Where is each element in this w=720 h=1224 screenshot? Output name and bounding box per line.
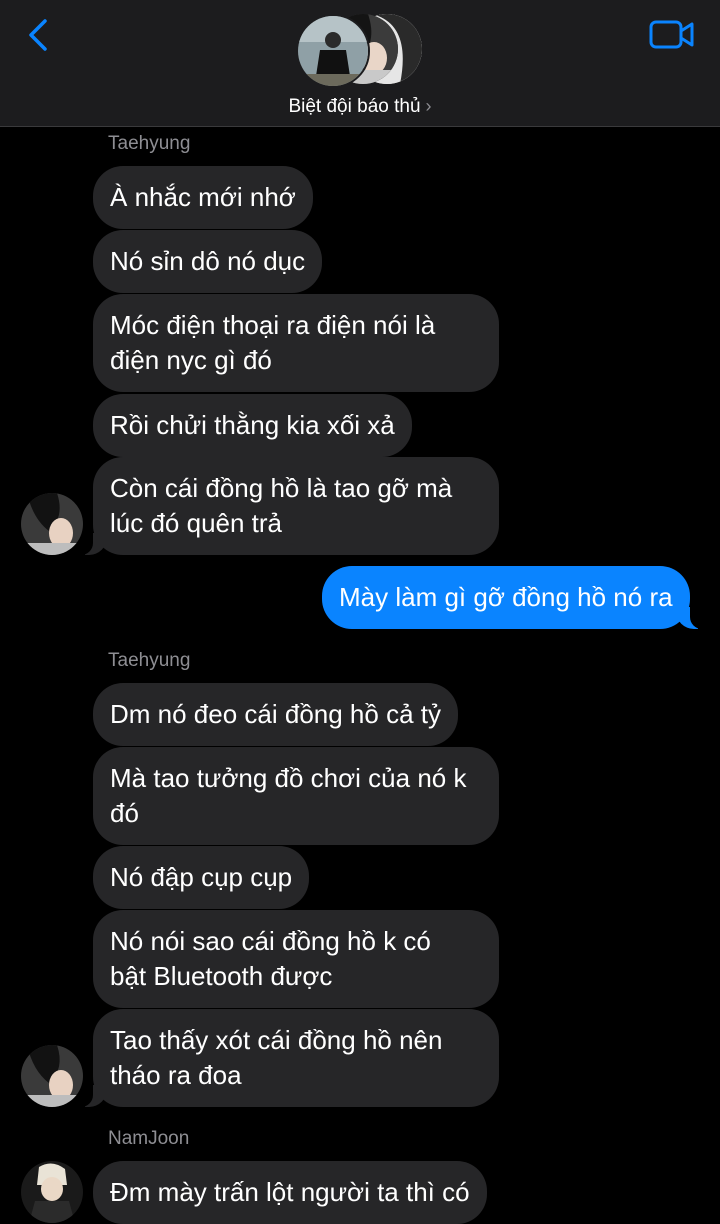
video-camera-icon <box>649 20 694 49</box>
message-text: Mày làm gì gỡ đồng hồ nó ra <box>339 582 673 612</box>
message-text: tháo ra đoa <box>110 1060 242 1090</box>
message-bubble[interactable]: Tao thấy xót cái đồng hồ nên tháo ra đoa <box>79 1009 499 1107</box>
message-text: đó <box>110 798 139 828</box>
sender-avatar[interactable] <box>21 1161 83 1223</box>
chat-header: Biệt đội báo thủ › <box>0 0 720 127</box>
message-bubble[interactable]: Móc điện thoại ra điện nói là điện nyc g… <box>93 294 499 392</box>
message-text: Nó đập cụp cụp <box>110 862 293 892</box>
sender-name: Taehyung <box>108 650 191 671</box>
message-text: Móc điện thoại ra điện nói là <box>110 310 436 340</box>
message-bubble[interactable]: Đm mày trấn lột người ta thì có <box>93 1161 487 1224</box>
message-text: Đm mày trấn lột người ta thì có <box>110 1177 470 1207</box>
message-text: Mà tao tưởng đồ chơi của nó k <box>110 763 467 793</box>
message-bubble[interactable]: Nó nói sao cái đồng hồ k có bật Bluetoot… <box>93 910 499 1008</box>
message-bubble[interactable]: Còn cái đồng hồ là tao gỡ mà lúc đó quên… <box>79 457 499 555</box>
message-text: Dm nó đeo cái đồng hồ cả tỷ <box>110 699 441 729</box>
sender-name: NamJoon <box>108 1128 190 1149</box>
message-bubble[interactable]: Mà tao tưởng đồ chơi của nó k đó <box>93 747 499 845</box>
group-name[interactable]: Biệt đội báo thủ › <box>0 96 720 118</box>
message-text: Còn cái đồng hồ là tao gỡ mà <box>110 473 453 503</box>
message-text: Tao thấy xót cái đồng hồ nên <box>110 1025 443 1055</box>
message-text: điện nyc gì đó <box>110 345 272 375</box>
group-name-label: Biệt đội báo thủ <box>288 96 421 117</box>
message-bubble[interactable]: Nó đập cụp cụp <box>93 846 310 909</box>
message-text: À nhắc mới nhớ <box>110 182 296 212</box>
member-avatar-1 <box>296 14 370 88</box>
sender-avatar[interactable] <box>21 1045 83 1107</box>
chevron-left-icon <box>29 19 47 51</box>
group-avatar[interactable] <box>296 14 424 88</box>
sender-avatar[interactable] <box>21 493 83 555</box>
message-bubble[interactable]: À nhắc mới nhớ <box>93 166 313 229</box>
message-bubble[interactable]: Dm nó đeo cái đồng hồ cả tỷ <box>93 683 458 746</box>
message-text: Nó nói sao cái đồng hồ k có <box>110 926 431 956</box>
message-text: Rồi chửi thằng kia xối xả <box>110 410 395 440</box>
chevron-right-icon: › <box>425 96 432 116</box>
sender-name: Taehyung <box>108 133 191 154</box>
message-text: lúc đó quên trả <box>110 508 283 538</box>
message-text: Nó sỉn dô nó dục <box>110 246 306 276</box>
message-text: bật Bluetooth được <box>110 961 333 991</box>
message-bubble[interactable]: Nó sỉn dô nó dục <box>93 230 323 293</box>
video-call-button[interactable] <box>648 18 696 52</box>
message-bubble[interactable]: Rồi chửi thằng kia xối xả <box>93 394 412 457</box>
back-button[interactable] <box>20 18 60 54</box>
message-bubble-outgoing[interactable]: Mày làm gì gỡ đồng hồ nó ra <box>322 566 704 629</box>
